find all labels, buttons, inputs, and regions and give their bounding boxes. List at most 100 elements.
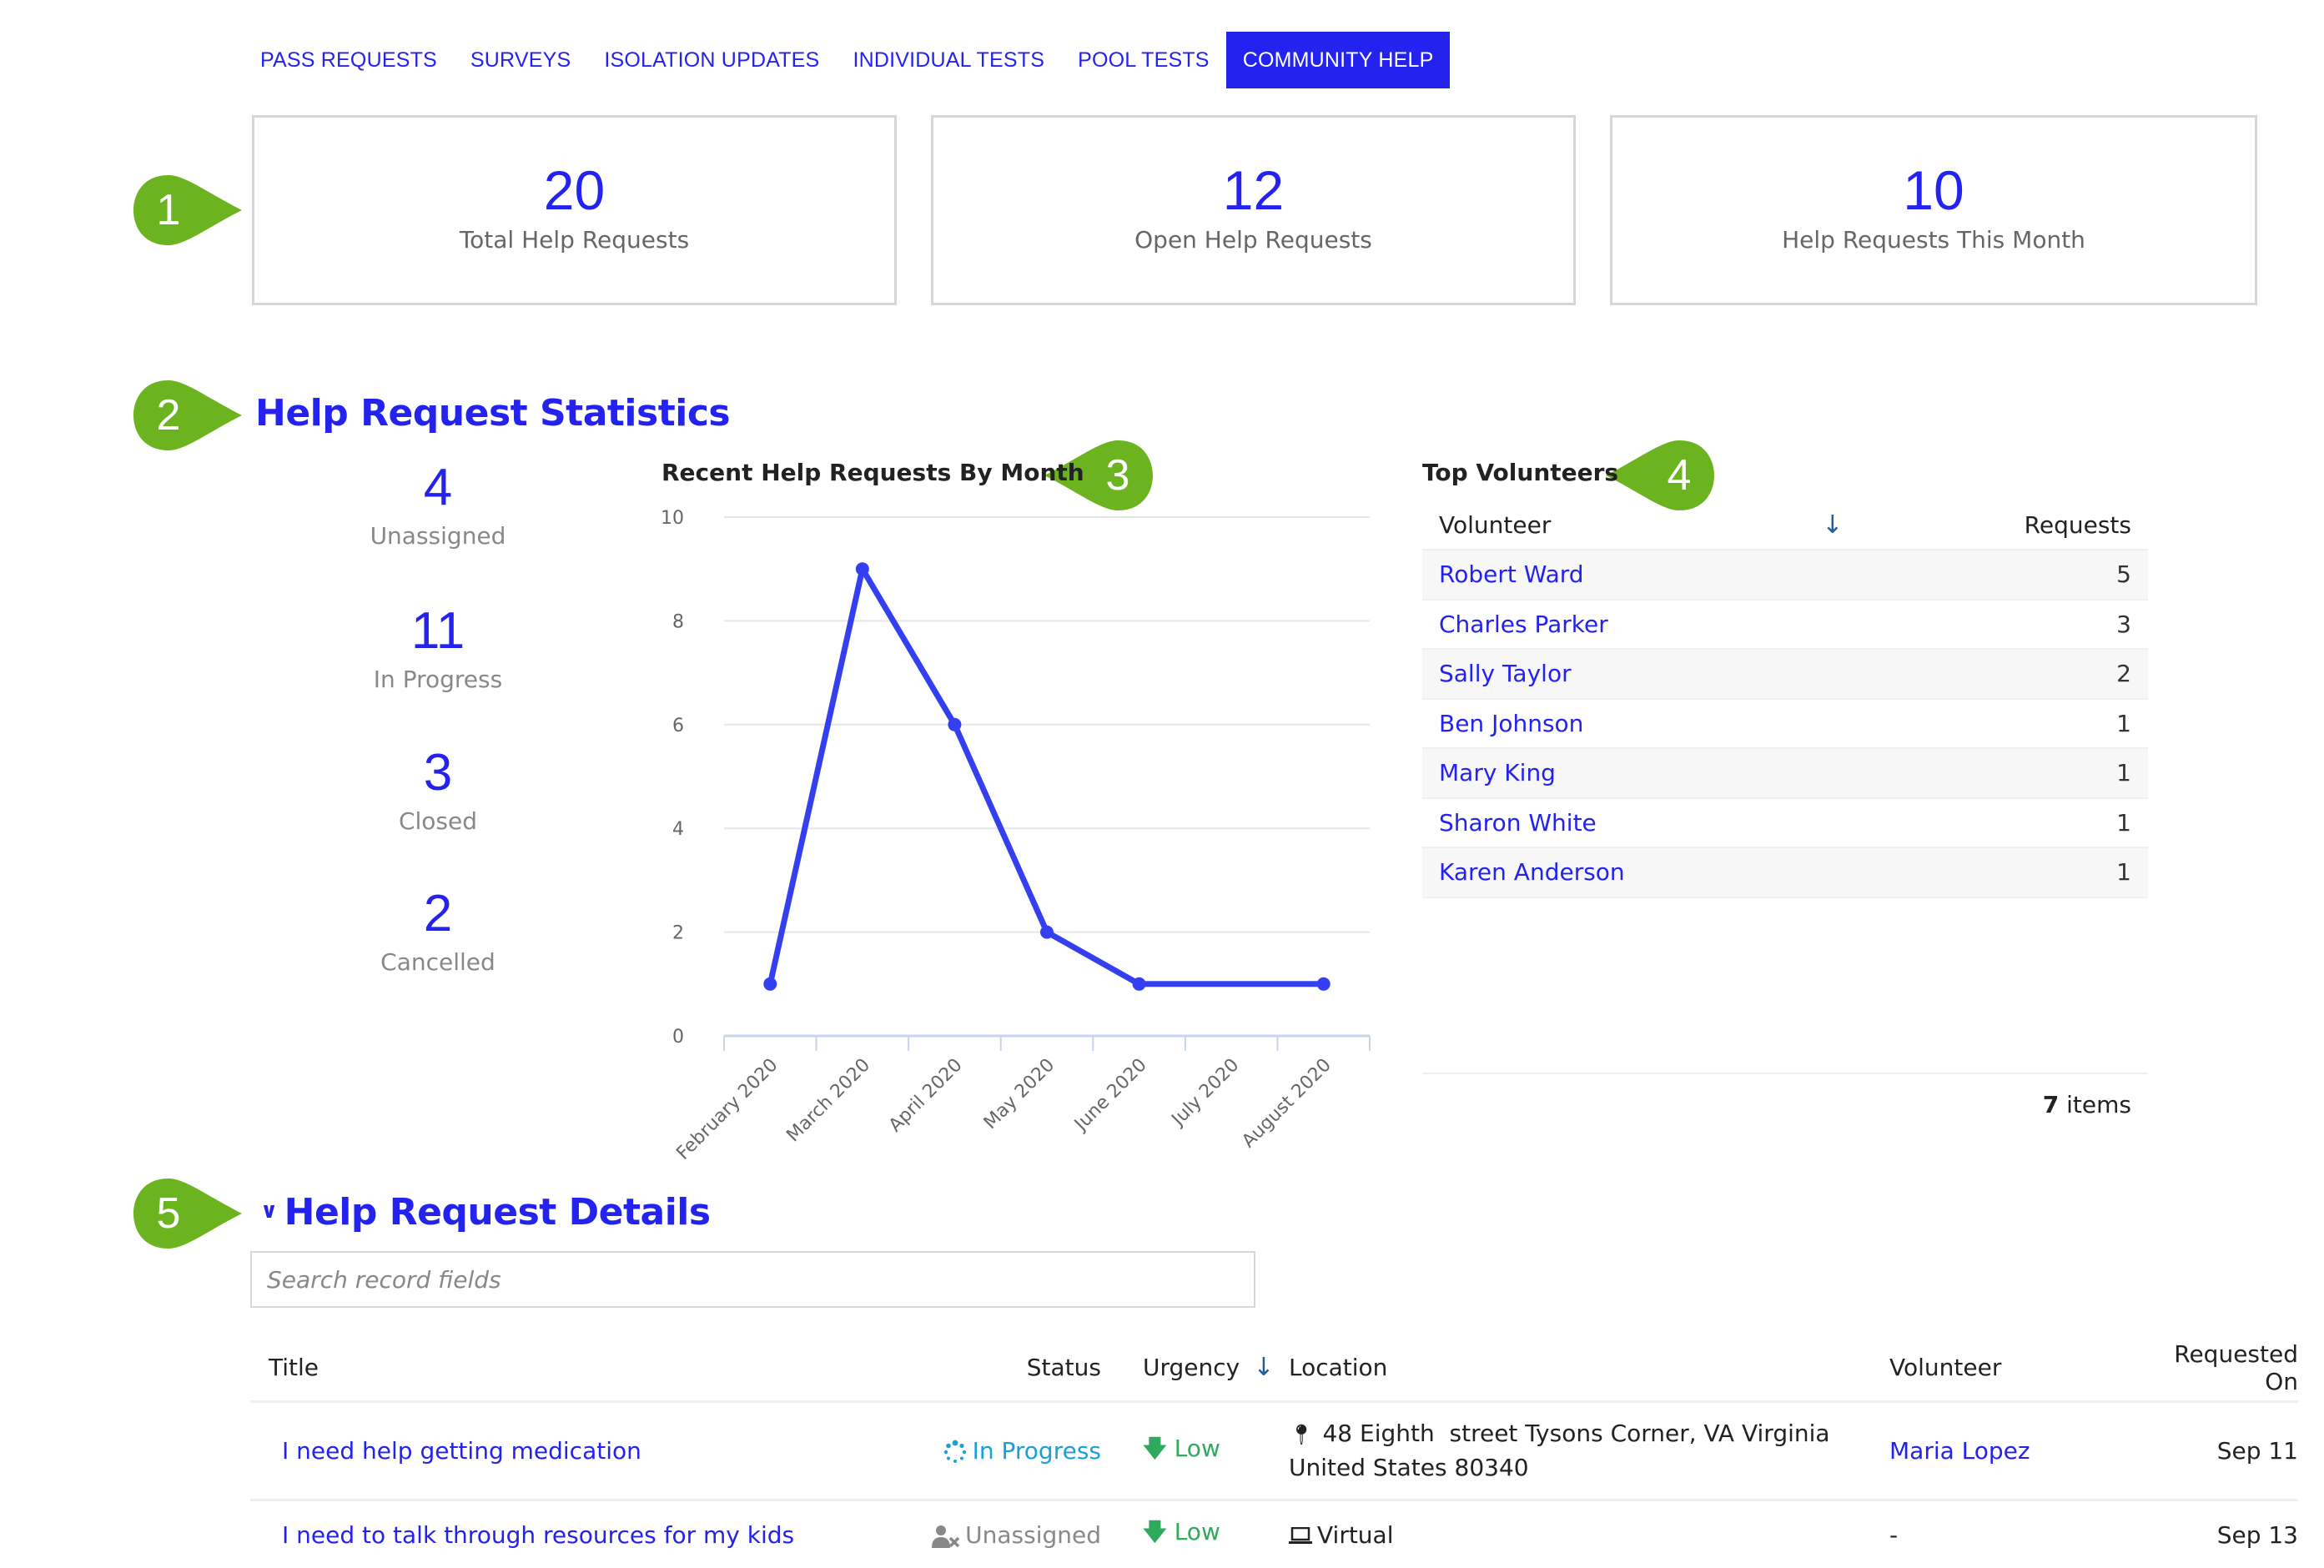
location-cell: 📍︎ 48 Eighth street Tysons Corner, VA Vir… [1289,1417,1889,1485]
volunteer-link[interactable]: Maria Lopez [1889,1437,2030,1465]
grid-row: Ben Johnson 1 [1422,700,2148,749]
stat-cancelled: 2 Cancelled [334,885,542,977]
location-line-1: 48 Eighth street Tysons Corner, VA Virgi… [1322,1420,1830,1447]
request-title-link[interactable]: I need to talk through resources for my … [282,1521,794,1549]
tab-community-help[interactable]: COMMUNITY HELP [1225,32,1451,88]
status-text: Unassigned [965,1520,1101,1549]
x-tick-label: July 2020 [1167,1055,1244,1132]
column-header-title[interactable]: Title [250,1354,868,1381]
volunteer-name-link[interactable]: Mary King [1439,759,2116,787]
status-text: In Progress [972,1437,1101,1465]
top-volunteers-title: Top Volunteers [1422,459,1619,486]
request-count: 1 [2116,759,2131,787]
volunteer-name-link[interactable]: Ben Johnson [1439,710,2116,737]
top-volunteers-grid: Volunteer ↓ Requests Robert Ward 5 Charles… [1422,500,2148,898]
request-count: 5 [2116,560,2131,589]
volunteer-empty: - [1889,1520,1899,1549]
x-tick-label: February 2020 [672,1055,782,1164]
details-heading[interactable]: ∨ Help Request Details [260,1191,711,1234]
details-heading-text: Help Request Details [284,1191,711,1234]
chart-title: Recent Help Requests By Month [661,459,1084,486]
stat-unassigned: 4 Unassigned [334,460,542,550]
urgency-text: Low [1174,1518,1220,1545]
data-point [1316,977,1331,991]
status-badge: In Progress [868,1437,1143,1465]
volunteer-name-link[interactable]: Charles Parker [1439,611,2116,638]
data-point [1132,977,1146,991]
callout-number: 2 [156,391,181,440]
stat-label: Unassigned [370,522,506,550]
volunteer-name-link[interactable]: Karen Anderson [1439,858,2116,886]
x-tick-label: August 2020 [1238,1055,1336,1153]
request-count: 1 [2116,709,2131,737]
sort-arrow-down-icon[interactable]: ↓ [1253,1353,1274,1382]
column-header-volunteer[interactable]: Volunteer [1889,1354,2140,1381]
grid-row: Charles Parker 3 [1422,601,2148,650]
tab-individual-tests[interactable]: INDIVIDUAL TESTS [836,32,1061,88]
kpi-card-this-month: 10 Help Requests This Month [1610,115,2257,305]
y-tick-label: 8 [672,611,684,632]
help-request-table: Title Status Urgency ↓ Location Volunteer… [250,1334,2298,1568]
tab-pass-requests[interactable]: PASS REQUESTS [244,32,454,88]
callout-number: 5 [156,1189,181,1238]
column-header-location[interactable]: Location [1289,1354,1889,1381]
data-point [855,562,869,576]
column-header-requested-on[interactable]: Requested On [2140,1340,2298,1395]
chevron-down-icon[interactable]: ∨ [260,1199,278,1224]
request-count: 2 [2116,660,2131,688]
volunteer-name-link[interactable]: Robert Ward [1439,560,2116,588]
item-count-number: 7 [2042,1091,2060,1118]
column-header-urgency[interactable]: Urgency ↓ [1143,1353,1289,1382]
column-header-volunteer[interactable]: Volunteer [1439,511,1808,539]
stat-label: In Progress [373,666,503,693]
callout-marker-5: 5 [133,1179,242,1249]
column-header-requests[interactable]: Requests [2025,511,2131,539]
stat-label: Cancelled [380,948,495,976]
data-point [1040,925,1054,939]
search-input[interactable] [250,1251,1255,1308]
help-requests-line-chart: 0 2 4 6 8 10 February 2020 March 2020 April 2020… [661,508,1371,1164]
location-line-1: Virtual [1317,1520,1394,1549]
request-title-link[interactable]: I need help getting medication [282,1437,641,1465]
callout-marker-2: 2 [133,380,242,450]
sort-arrow-down-icon[interactable]: ↓ [1808,510,1858,540]
grid-row: Sharon White 1 [1422,799,2148,848]
x-tick-label: April 2020 [885,1055,967,1137]
grid-row: Mary King 1 [1422,749,2148,799]
volunteer-name-link[interactable]: Sharon White [1439,809,2116,837]
stat-value: 3 [423,744,453,802]
y-tick-label: 0 [672,1027,684,1048]
column-header-status[interactable]: Status [868,1354,1143,1381]
grid-body: Robert Ward 5 Charles Parker 3 Sally Taylor 2… [1422,550,2148,898]
laptop-icon [1289,1526,1312,1544]
requested-on-date: Sep 11 [2216,1437,2298,1465]
series-line [767,565,1327,988]
table-row: I need to talk through resources for my … [250,1501,2298,1568]
grid-item-count: 7 items [2043,1091,2131,1118]
map-marker-icon: 📍︎ [1289,1423,1315,1446]
data-point [763,977,777,991]
x-tick-label: March 2020 [782,1055,874,1147]
y-tick-label: 6 [672,716,684,736]
spinner-icon [943,1440,966,1463]
user-times-icon [932,1525,960,1548]
urgency-badge: 🡇 Low [1143,1515,1289,1555]
stat-value: 2 [423,885,453,942]
x-tick-label: May 2020 [980,1055,1059,1133]
volunteer-name-link[interactable]: Sally Taylor [1439,660,2116,687]
kpi-label: Total Help Requests [459,226,690,254]
tab-surveys[interactable]: SURVEYS [454,32,587,88]
data-point [948,717,962,731]
module-tabs: PASS REQUESTS SURVEYS ISOLATION UPDATES … [244,32,1451,88]
stat-in-progress: 11 In Progress [334,602,542,694]
kpi-label: Open Help Requests [1134,226,1372,254]
stat-value: 11 [410,602,465,660]
y-tick-label: 10 [661,508,684,529]
x-tick-label: June 2020 [1069,1055,1151,1137]
request-count: 1 [2116,808,2131,837]
tab-isolation-updates[interactable]: ISOLATION UPDATES [587,32,836,88]
stat-label: Closed [398,807,478,835]
tab-pool-tests[interactable]: POOL TESTS [1061,32,1226,88]
grid-row: Sally Taylor 2 [1422,650,2148,700]
kpi-label: Help Requests This Month [1782,226,2085,254]
